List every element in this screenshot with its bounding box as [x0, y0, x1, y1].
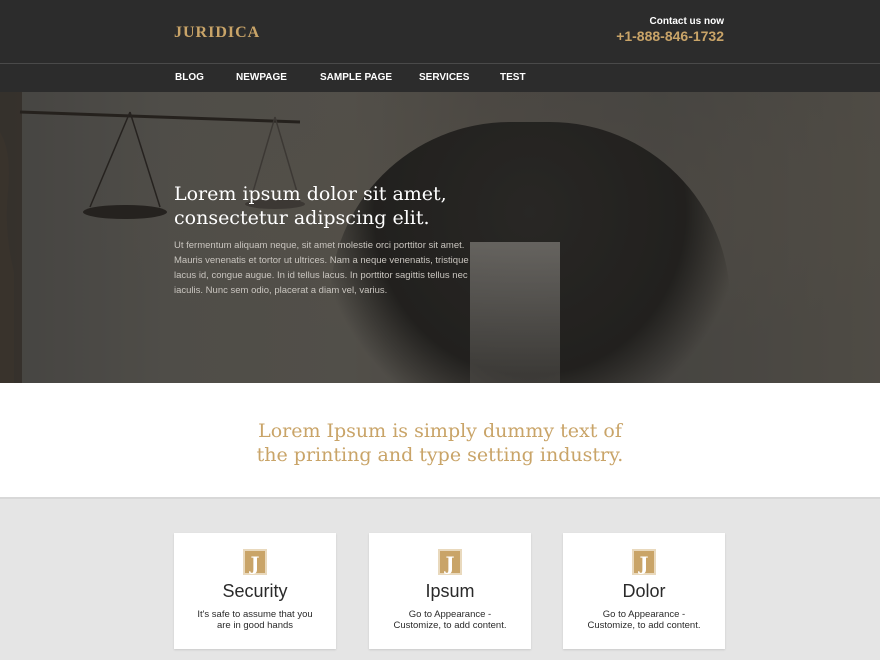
feature-card-title: Dolor [622, 581, 666, 601]
contact-block: Contact us now +1-888-846-1732 [616, 16, 724, 44]
feature-card-text: Go to Appearance - Customize, to add con… [393, 609, 507, 631]
contact-phone[interactable]: +1-888-846-1732 [616, 28, 724, 44]
nav-item-test[interactable]: TEST [500, 72, 526, 83]
features-section: J Security It's safe to assume that you … [0, 501, 880, 660]
feature-card-text: Go to Appearance - Customize, to add con… [587, 609, 701, 631]
site-header: JURIDICA Contact us now +1-888-846-1732 [0, 0, 880, 63]
juridica-j-icon: J [632, 549, 656, 575]
feature-card-security[interactable]: J Security It's safe to assume that you … [174, 533, 336, 649]
feature-card-title: Ipsum [425, 581, 475, 601]
hero-title: Lorem ipsum dolor sit amet, consectetur … [174, 183, 447, 229]
contact-label: Contact us now [649, 16, 724, 27]
tagline-line-2: the printing and type setting industry. [256, 444, 624, 466]
juridica-j-icon: J [438, 549, 462, 575]
feature-card-dolor[interactable]: J Dolor Go to Appearance - Customize, to… [563, 533, 725, 649]
nav-item-blog[interactable]: BLOG [175, 72, 204, 83]
nav-item-newpage[interactable]: NEWPAGE [236, 72, 287, 83]
nav-item-sample-page[interactable]: SAMPLE PAGE [320, 72, 392, 83]
feature-card-ipsum[interactable]: J Ipsum Go to Appearance - Customize, to… [369, 533, 531, 649]
nav-item-services[interactable]: SERVICES [419, 72, 469, 83]
tagline-section: Lorem Ipsum is simply dummy text of the … [0, 383, 880, 499]
hero-text: Ut fermentum aliquam neque, sit amet mol… [174, 240, 469, 296]
hero-banner: Lorem ipsum dolor sit amet, consectetur … [0, 92, 880, 383]
feature-card-text: It's safe to assume that you are in good… [197, 609, 313, 631]
tagline: Lorem Ipsum is simply dummy text of the … [0, 419, 880, 467]
juridica-j-icon: J [243, 549, 267, 575]
main-nav: BLOG NEWPAGE SAMPLE PAGE SERVICES TEST [0, 63, 880, 92]
site-logo[interactable]: JURIDICA [174, 24, 260, 42]
feature-card-title: Security [222, 581, 288, 601]
tagline-line-1: Lorem Ipsum is simply dummy text of [258, 420, 622, 442]
